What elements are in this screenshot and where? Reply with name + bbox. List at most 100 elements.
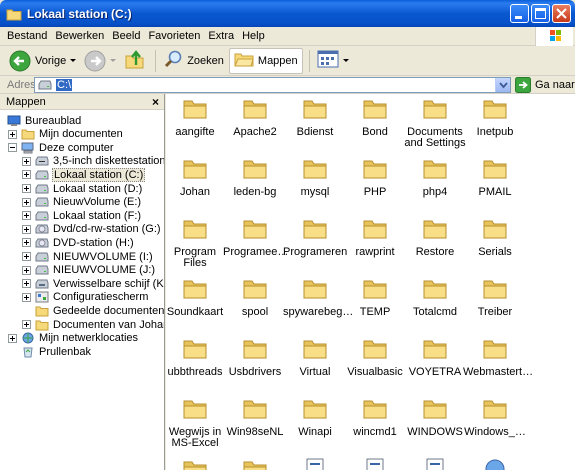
- folder-item[interactable]: WINDOWS: [403, 397, 467, 438]
- folder-item[interactable]: Inetpub: [463, 97, 527, 138]
- tree-item[interactable]: Lokaal station (C:): [22, 167, 146, 182]
- tree-item[interactable]: Configuratiescherm: [22, 291, 149, 304]
- minimize-button[interactable]: [510, 4, 529, 23]
- expand-icon[interactable]: [22, 238, 31, 248]
- up-folder-button[interactable]: [121, 48, 149, 74]
- tree-item[interactable]: Mijn netwerklocaties: [8, 332, 139, 345]
- close-pane-icon[interactable]: ×: [152, 95, 159, 109]
- folder-item[interactable]: Winapi: [283, 397, 347, 438]
- folder-item[interactable]: aangifte: [166, 97, 227, 138]
- folder-item[interactable]: Programee…: [223, 217, 288, 258]
- menu-favorieten[interactable]: Favorieten: [144, 30, 204, 42]
- tree-item[interactable]: Deze computer: [8, 141, 115, 154]
- expand-icon[interactable]: [22, 320, 31, 329]
- maximize-button[interactable]: [531, 4, 550, 23]
- folder-item[interactable]: php4: [403, 157, 467, 198]
- folder-item[interactable]: Apache2: [223, 97, 287, 138]
- folder-item[interactable]: Totalcmd: [403, 277, 467, 318]
- menu-beeld[interactable]: Beeld: [108, 30, 144, 42]
- folder-item[interactable]: Restore: [403, 217, 467, 258]
- tree-item[interactable]: Gedeelde documenten: [22, 304, 164, 317]
- address-dropdown-button[interactable]: [495, 77, 510, 92]
- folder-item[interactable]: Bond: [343, 97, 407, 138]
- expand-icon[interactable]: [22, 292, 31, 302]
- folder-item[interactable]: leden-bg: [223, 157, 287, 198]
- expand-icon[interactable]: [8, 129, 17, 139]
- tree-item[interactable]: Lokaal station (D:): [22, 182, 143, 195]
- folder-item[interactable]: spool: [223, 277, 287, 318]
- folder-item[interactable]: Soundkaart: [166, 277, 227, 318]
- menu-bestand[interactable]: Bestand: [3, 30, 51, 42]
- views-dropdown-icon[interactable]: [342, 59, 349, 62]
- collapse-icon[interactable]: [8, 143, 17, 153]
- folder-item[interactable]: Windows_…: [463, 397, 527, 438]
- expand-icon[interactable]: [22, 197, 31, 207]
- folder-item[interactable]: PMAIL: [463, 157, 527, 198]
- expand-icon[interactable]: [22, 156, 31, 166]
- back-button[interactable]: Vorige: [6, 48, 79, 74]
- tree-item[interactable]: Lokaal station (F:): [22, 209, 142, 222]
- expand-icon[interactable]: [22, 184, 31, 193]
- folder-item[interactable]: wincmd1: [343, 397, 407, 438]
- folder-item[interactable]: Documents and Settings: [403, 97, 467, 149]
- tree-item[interactable]: Bureaublad: [7, 114, 82, 127]
- folder-item[interactable]: Johan: [166, 157, 227, 198]
- views-button[interactable]: [314, 48, 352, 74]
- address-input[interactable]: C:\: [34, 76, 511, 93]
- menu-help[interactable]: Help: [238, 30, 269, 42]
- forward-dropdown-icon[interactable]: [110, 59, 117, 62]
- network-icon: [21, 332, 35, 344]
- expand-icon[interactable]: [22, 252, 31, 261]
- search-button[interactable]: Zoeken: [160, 48, 227, 74]
- folder-item[interactable]: rawprint: [343, 217, 407, 258]
- folder-item[interactable]: Win98seNL: [223, 397, 287, 438]
- expand-icon[interactable]: [22, 211, 31, 221]
- folder-item[interactable]: Serials: [463, 217, 527, 258]
- folder-item[interactable]: Treiber: [463, 277, 527, 318]
- folder-item[interactable]: Usbdrivers: [223, 337, 287, 378]
- forward-button[interactable]: [81, 48, 119, 74]
- folder-item[interactable]: Bdienst: [283, 97, 347, 138]
- tree-item[interactable]: Prullenbak: [8, 345, 92, 358]
- tree-item[interactable]: DVD-station (H:): [22, 236, 135, 249]
- tree-item[interactable]: Dvd/cd-rw-station (G:): [22, 223, 162, 236]
- tree-item[interactable]: Mijn documenten: [8, 128, 124, 141]
- folder-item[interactable]: Programeren: [283, 217, 347, 258]
- folder-item[interactable]: Webmastert…: [463, 337, 533, 378]
- tree-item[interactable]: NieuwVolume (E:): [22, 196, 142, 209]
- file-icon[interactable]: [423, 458, 447, 470]
- close-button[interactable]: [552, 4, 571, 23]
- web-file-icon[interactable]: [483, 458, 507, 470]
- tree-item[interactable]: NIEUWVOLUME (J:): [22, 264, 156, 277]
- folder-item[interactable]: mysql: [283, 157, 347, 198]
- expand-icon[interactable]: [22, 170, 31, 180]
- menu-extra[interactable]: Extra: [204, 30, 238, 42]
- folder-item[interactable]: Visualbasic: [343, 337, 407, 378]
- folder-item[interactable]: ubbthreads: [166, 337, 227, 378]
- folder-item[interactable]: PHP: [343, 157, 407, 198]
- tree-item[interactable]: 3,5-inch diskettestation (A:): [22, 155, 164, 168]
- folders-button[interactable]: Mappen: [228, 47, 303, 74]
- tree-item[interactable]: NIEUWVOLUME (I:): [22, 250, 154, 263]
- file-icon[interactable]: [303, 458, 327, 470]
- folder-item[interactable]: VOYETRA: [403, 337, 467, 378]
- folder-item[interactable]: Virtual: [283, 337, 347, 378]
- folder-icon[interactable]: [183, 458, 207, 470]
- menu-bewerken[interactable]: Bewerken: [51, 30, 108, 42]
- go-button[interactable]: Ga naar: [515, 76, 575, 93]
- folder-item[interactable]: Program Files: [166, 217, 227, 269]
- tree-item[interactable]: Verwisselbare schijf (K:): [22, 277, 164, 290]
- tree-item[interactable]: Documenten van Johan: [22, 318, 164, 331]
- file-icon[interactable]: [363, 458, 387, 470]
- folder-item[interactable]: spywarebeg…: [283, 277, 353, 318]
- back-dropdown-icon[interactable]: [70, 59, 77, 62]
- title-bar[interactable]: Lokaal station (C:): [0, 0, 575, 27]
- folder-icon[interactable]: [243, 458, 267, 470]
- expand-icon[interactable]: [22, 279, 31, 289]
- folder-item[interactable]: TEMP: [343, 277, 407, 318]
- back-label: Vorige: [35, 54, 67, 67]
- folder-item[interactable]: Wegwijs in MS-Excel: [166, 397, 227, 449]
- expand-icon[interactable]: [22, 265, 31, 275]
- expand-icon[interactable]: [8, 333, 17, 343]
- expand-icon[interactable]: [22, 224, 31, 234]
